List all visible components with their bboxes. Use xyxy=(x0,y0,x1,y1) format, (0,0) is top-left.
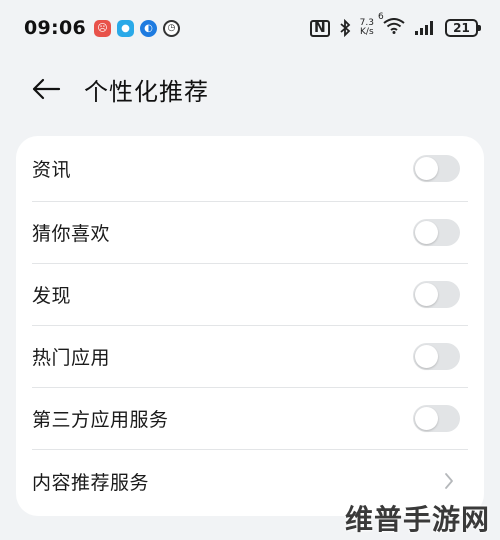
status-time: 09:06 xyxy=(24,17,86,39)
nfc-icon: N xyxy=(309,19,330,37)
settings-row-popular-apps[interactable]: 热门应用 xyxy=(32,326,468,388)
toggle-knob xyxy=(415,157,438,180)
guess-you-like-toggle[interactable] xyxy=(413,219,460,246)
wifi-indicator: 6 xyxy=(378,12,405,38)
toggle-knob xyxy=(415,283,438,306)
network-speed: 7.3 K/s xyxy=(360,19,374,37)
toggle-knob xyxy=(415,221,438,244)
arrow-left-icon xyxy=(32,78,61,100)
page-title: 个性化推荐 xyxy=(84,77,209,106)
chevron-right-icon xyxy=(444,471,458,491)
status-bar: 09:06 ☹ ● ◐ ◷ N 7.3 K/s 6 21 xyxy=(0,0,500,56)
battery-indicator: 21 xyxy=(445,19,481,37)
signal-icon xyxy=(415,21,433,35)
settings-row-label: 内容推荐服务 xyxy=(32,471,150,494)
wifi-generation-label: 6 xyxy=(378,12,384,22)
settings-row-label: 猜你喜欢 xyxy=(32,223,111,245)
net-speed-unit: K/s xyxy=(360,27,374,37)
system-icons: N 7.3 K/s 6 21 xyxy=(309,12,481,38)
app-notification-icon: ◷ xyxy=(162,19,180,37)
third-party-services-toggle[interactable] xyxy=(413,405,460,432)
notification-icons: ☹ ● ◐ ◷ xyxy=(93,19,180,37)
battery-level: 21 xyxy=(453,21,470,35)
screen: 09:06 ☹ ● ◐ ◷ N 7.3 K/s 6 21 个性化推荐 资讯 猜你… xyxy=(0,0,500,540)
settings-row-label: 资讯 xyxy=(32,159,72,181)
toggle-knob xyxy=(415,345,438,368)
settings-card: 资讯 猜你喜欢 发现 热门应用 第三方应用服务 内容推荐服务 xyxy=(16,136,484,516)
bluetooth-icon xyxy=(340,19,350,37)
settings-row-third-party-services[interactable]: 第三方应用服务 xyxy=(32,388,468,450)
popular-apps-toggle[interactable] xyxy=(413,343,460,370)
settings-row-news[interactable]: 资讯 xyxy=(32,136,468,202)
settings-row-label: 热门应用 xyxy=(32,347,111,369)
news-toggle[interactable] xyxy=(413,155,460,182)
discover-toggle[interactable] xyxy=(413,281,460,308)
chat-notification-icon: ● xyxy=(116,19,134,37)
wifi-icon xyxy=(383,18,405,34)
page-header: 个性化推荐 xyxy=(0,62,500,116)
settings-row-label: 发现 xyxy=(32,285,72,307)
settings-row-guess-you-like[interactable]: 猜你喜欢 xyxy=(32,202,468,264)
settings-row-label: 第三方应用服务 xyxy=(32,409,169,431)
toggle-knob xyxy=(415,407,438,430)
watermark: 维普手游网 xyxy=(344,503,490,536)
back-button[interactable] xyxy=(30,73,62,105)
settings-row-discover[interactable]: 发现 xyxy=(32,264,468,326)
app-notification-icon: ◐ xyxy=(139,19,157,37)
app-notification-icon: ☹ xyxy=(93,19,111,37)
